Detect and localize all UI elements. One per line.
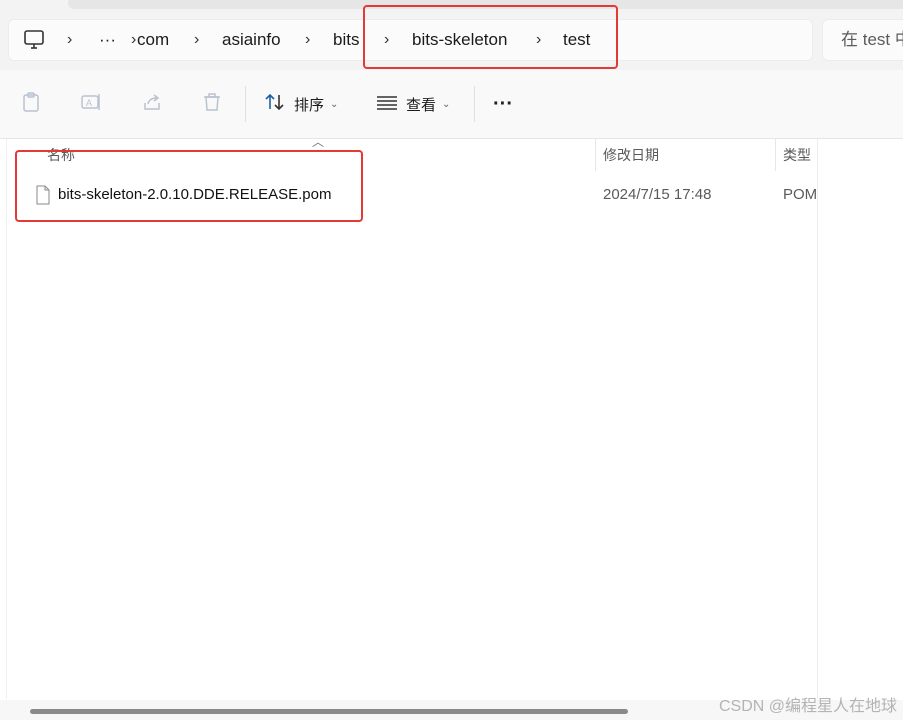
share-button[interactable] — [141, 70, 163, 138]
rename-icon: A — [80, 91, 102, 118]
chevron-down-icon: ⌄ — [330, 98, 339, 110]
view-label: 查看 — [406, 96, 437, 114]
search-placeholder: 在 test 中 — [841, 30, 903, 49]
chevron-down-icon: ⌄ — [442, 98, 451, 110]
clipboard-icon — [20, 91, 42, 118]
column-divider[interactable] — [775, 139, 776, 171]
copy-button[interactable] — [20, 70, 42, 138]
chevron-right-icon[interactable]: › — [131, 20, 136, 60]
delete-button[interactable] — [201, 70, 223, 138]
command-bar: A 排序 ⌄ 查看 ⌄ ··· — [0, 70, 903, 139]
watermark: CSDN @编程星人在地球 — [718, 698, 897, 715]
breadcrumb-highlight-box — [363, 5, 618, 69]
file-list: ︿ 名称 修改日期 类型 bits-skeleton-2.0.10.DDE.RE… — [0, 135, 903, 699]
sort-label: 排序 — [294, 96, 325, 114]
more-options-button[interactable]: ··· — [493, 70, 513, 138]
sort-ascending-icon: ︿ — [312, 135, 325, 149]
scrollbar-thumb[interactable] — [30, 709, 628, 714]
list-left-edge — [6, 139, 7, 699]
breadcrumb-item-asiainfo[interactable]: asiainfo — [222, 20, 281, 60]
breadcrumb-item-bits[interactable]: bits — [333, 20, 359, 60]
breadcrumb-item-com[interactable]: com — [137, 20, 169, 60]
sort-button[interactable]: 排序 ⌄ — [264, 70, 338, 138]
chevron-right-icon[interactable]: › — [194, 20, 199, 60]
list-right-edge — [817, 139, 818, 699]
view-list-icon — [376, 91, 398, 118]
rename-button[interactable]: A — [80, 70, 102, 138]
chevron-right-icon[interactable]: › — [67, 20, 72, 60]
column-header-modified[interactable]: 修改日期 — [603, 139, 659, 171]
this-pc-icon[interactable] — [23, 20, 45, 60]
column-divider[interactable] — [595, 139, 596, 171]
file-highlight-box — [15, 150, 363, 222]
file-type: POM — [783, 186, 817, 203]
breadcrumb-more[interactable]: ··· — [99, 20, 116, 60]
search-input[interactable]: 在 test 中 — [822, 19, 903, 61]
svg-text:A: A — [86, 98, 92, 108]
share-icon — [141, 91, 163, 118]
toolbar-divider — [245, 86, 246, 122]
trash-icon — [201, 91, 223, 118]
chevron-right-icon[interactable]: › — [305, 20, 310, 60]
column-header-type[interactable]: 类型 — [783, 139, 811, 171]
view-button[interactable]: 查看 ⌄ — [376, 70, 450, 138]
sort-icon — [264, 91, 286, 118]
file-modified: 2024/7/15 17:48 — [603, 186, 712, 203]
toolbar-divider — [474, 86, 475, 122]
